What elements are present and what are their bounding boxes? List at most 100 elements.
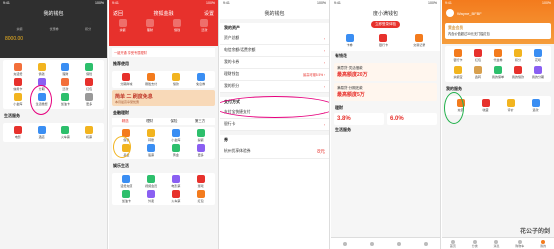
grid-item-label: 加油卡 bbox=[60, 102, 70, 106]
page-title: 我的钱包 bbox=[264, 10, 285, 17]
grid-item[interactable]: 酒店 bbox=[30, 126, 54, 139]
grid-item[interactable]: 小金库 bbox=[164, 129, 189, 142]
top-shortcut[interactable]: 还款 bbox=[200, 19, 209, 32]
tab-1[interactable]: 分类 bbox=[472, 239, 478, 248]
grid-item[interactable]: 银行卡 bbox=[448, 49, 468, 62]
top-shortcut[interactable]: 余额 bbox=[118, 19, 127, 32]
vip-card[interactable]: 黄金会员 内含价值超过30元无门槛红包 bbox=[445, 23, 551, 39]
ticket-row[interactable]: 杭州优享体验券 8元 bbox=[220, 145, 329, 159]
grid-item[interactable]: 更多 bbox=[77, 93, 101, 106]
feature-icon bbox=[122, 175, 131, 183]
grid-item[interactable]: 话费充值 bbox=[114, 175, 139, 188]
tab-4[interactable]: 我的 bbox=[540, 239, 546, 248]
grid-item[interactable]: 鑫转 bbox=[468, 66, 488, 79]
grid-item[interactable]: 评价 bbox=[498, 99, 523, 112]
grid-item[interactable]: 更多 bbox=[188, 144, 213, 157]
list-row[interactable]: 我的积分 › bbox=[220, 81, 329, 93]
grid-item[interactable]: 红包 bbox=[188, 190, 213, 203]
grid-item[interactable]: 花呗 bbox=[528, 49, 548, 62]
grid-item[interactable]: 借款 bbox=[164, 73, 189, 86]
row-value: › bbox=[323, 122, 325, 127]
status-bar: 9:41 100% bbox=[223, 1, 326, 5]
promo-banner[interactable]: 简单 二 刷度免息 本月最高享受优惠 bbox=[112, 90, 215, 106]
grid-item[interactable]: 转账 bbox=[139, 129, 164, 142]
top-shortcut[interactable]: 借钱 bbox=[173, 19, 182, 32]
rate-card[interactable]: 6.0% bbox=[387, 113, 437, 125]
grid-item[interactable]: 余额宝 bbox=[448, 66, 468, 79]
stat-item[interactable]: 561 积分 bbox=[84, 21, 92, 31]
list-row[interactable]: 资产总额 › bbox=[220, 33, 329, 45]
highlight-circle bbox=[30, 85, 52, 115]
grid-item[interactable]: 卡券 bbox=[345, 34, 354, 47]
grid-item[interactable]: 理财 bbox=[54, 63, 78, 76]
grid-item[interactable]: 收藏 bbox=[473, 99, 498, 112]
gift-icon bbox=[85, 78, 94, 86]
grid-item[interactable]: 电影 bbox=[6, 126, 30, 139]
tab-2[interactable]: 消息 bbox=[493, 239, 500, 248]
stat-label: 余额 bbox=[16, 27, 23, 31]
section-title: 推荐使用 bbox=[113, 61, 129, 66]
grid-item[interactable]: 退款 bbox=[523, 99, 548, 112]
grid-item[interactable]: 红包 bbox=[468, 49, 488, 62]
grid-item[interactable]: 信用卡 bbox=[6, 78, 30, 91]
grid-item[interactable]: 小金库 bbox=[6, 93, 30, 106]
tab-2[interactable]: 保险 bbox=[170, 119, 177, 124]
service-icon bbox=[61, 126, 70, 134]
grid-item[interactable]: 加油卡 bbox=[54, 93, 78, 106]
loan-card[interactable]: 满意贷·灵活借款 最高额度20万 bbox=[334, 63, 437, 81]
grid-item-label: 红包 bbox=[86, 87, 93, 91]
list-row[interactable]: 银行卡 › bbox=[220, 119, 329, 131]
grid-item[interactable]: 火车票 bbox=[164, 190, 189, 203]
list-row[interactable]: 理财钱包 最高可赚5.5% › bbox=[220, 69, 329, 81]
card-icon bbox=[13, 78, 22, 86]
grid-item[interactable]: 交易记录 bbox=[413, 34, 425, 47]
grid-item[interactable]: 机票 bbox=[77, 126, 101, 139]
row-label: 我的积分 bbox=[224, 84, 240, 88]
grid-item[interactable]: 游戏 bbox=[188, 175, 213, 188]
grid-item[interactable]: 我的分期 bbox=[528, 66, 548, 79]
tab-0[interactable]: 首页 bbox=[450, 239, 456, 248]
top-shortcut[interactable]: 理财 bbox=[145, 19, 154, 32]
grid-item[interactable]: 刷脸支付 bbox=[139, 73, 164, 86]
list-row[interactable]: 电信余额/话费余额 › bbox=[220, 45, 329, 57]
grid-item[interactable]: 充话费 bbox=[6, 63, 30, 76]
grid-item-label: 我的保单 bbox=[491, 75, 504, 79]
grid-item[interactable]: 火车票 bbox=[54, 126, 78, 139]
list-row[interactable]: 我的卡券 › bbox=[220, 57, 329, 69]
grid-item[interactable]: 红包 bbox=[77, 78, 101, 91]
grid-item-label: 银行卡 bbox=[453, 58, 463, 62]
back-button[interactable]: 返回 bbox=[113, 10, 123, 17]
tab-3[interactable]: 购物车 bbox=[515, 239, 524, 248]
grid-item[interactable]: 分期商城 bbox=[114, 73, 139, 86]
grid-item[interactable]: 保险 bbox=[77, 63, 101, 76]
tab-1[interactable]: 理财 bbox=[146, 119, 153, 124]
promo-bar[interactable]: 一键开通 享受专属理财 bbox=[112, 48, 215, 57]
grid-item[interactable]: 积分 bbox=[508, 49, 528, 62]
stat-item[interactable]: 0.00 余额 bbox=[15, 21, 25, 31]
grid-item[interactable]: 代金券 bbox=[488, 49, 508, 62]
panel-taobao-mine: 9:41 100% Wayne_BFBF 黄金会员 内含价值超过30元无门槛红包 … bbox=[442, 0, 554, 249]
grid-item[interactable]: 我的借款 bbox=[508, 66, 528, 79]
grid-item[interactable]: 视频会员 bbox=[139, 175, 164, 188]
grid-item[interactable]: 黄金 bbox=[164, 144, 189, 157]
grid-item[interactable]: 外卖 bbox=[139, 190, 164, 203]
tab-0[interactable]: 精选 bbox=[122, 119, 129, 124]
grid-item[interactable]: 银行卡 bbox=[379, 34, 388, 47]
rate-card[interactable]: 3.8% bbox=[334, 113, 384, 125]
tab-label: 消息 bbox=[493, 243, 500, 248]
avatar[interactable] bbox=[446, 9, 454, 17]
grid-item[interactable]: 提额 bbox=[188, 129, 213, 142]
settings-button[interactable]: 设置 bbox=[204, 10, 214, 17]
grid-item[interactable]: 免息券 bbox=[188, 73, 213, 86]
grid-item[interactable]: 电影票 bbox=[164, 175, 189, 188]
tab-3[interactable]: 第三方 bbox=[195, 119, 206, 124]
grid-item[interactable]: 还款 bbox=[54, 78, 78, 91]
grid-item[interactable]: 借钱 bbox=[30, 63, 54, 76]
stat-item[interactable]: 2 优惠券 bbox=[50, 21, 59, 31]
login-button[interactable]: 立即登录体验 bbox=[371, 21, 400, 28]
grid-item[interactable]: 我的保单 bbox=[488, 66, 508, 79]
grid-item[interactable]: 加油卡 bbox=[114, 190, 139, 203]
feature-icon bbox=[171, 73, 180, 81]
grid-item[interactable]: 股票 bbox=[139, 144, 164, 157]
loan-card[interactable]: 满易贷·分期还款 最高额度5万 bbox=[334, 83, 437, 101]
